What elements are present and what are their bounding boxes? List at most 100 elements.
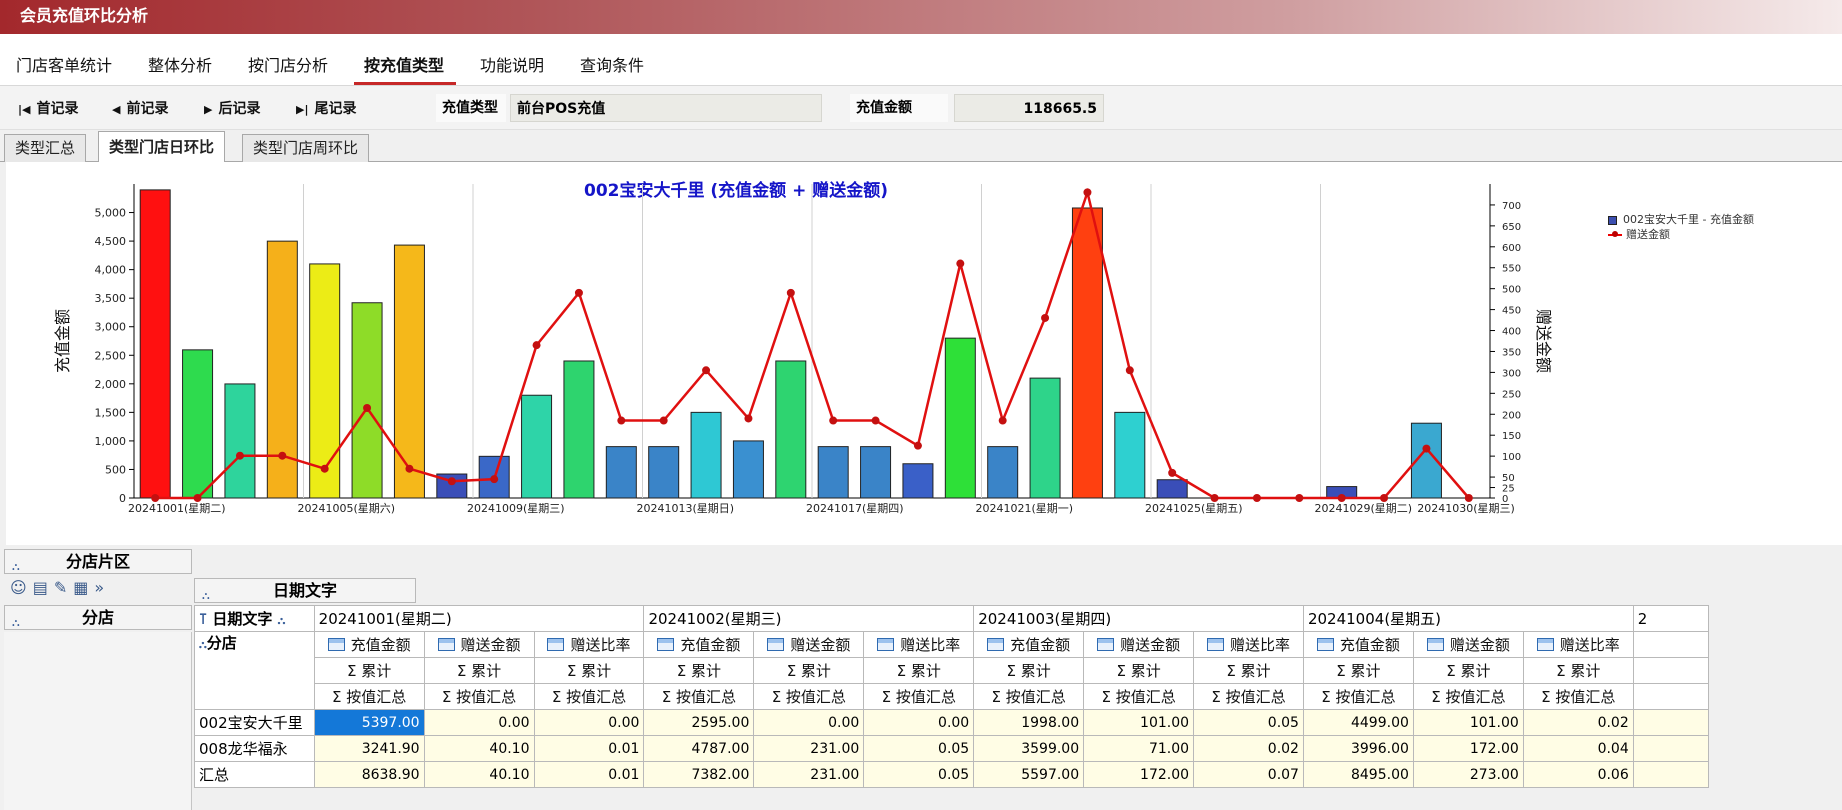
data-cell[interactable]: 0.00 — [533, 709, 645, 736]
measure-header[interactable]: 赠送比率 — [863, 631, 975, 658]
date-column-header[interactable]: 20241002(星期三) — [643, 605, 975, 632]
filter-area-header[interactable]: ⛬ 分店片区 — [4, 549, 192, 574]
measure-header[interactable]: 赠送比率 — [1193, 631, 1304, 658]
measure-header[interactable]: 赠送金额 — [1083, 631, 1195, 658]
aggregate-header[interactable]: Σ 累计 — [1412, 657, 1524, 684]
menu-help[interactable]: 功能说明 — [480, 52, 544, 76]
data-cell[interactable]: 101.00 — [1412, 709, 1524, 736]
row-area-header[interactable]: ⛬ 分店 — [4, 605, 192, 630]
data-cell[interactable]: 0.02 — [1522, 709, 1634, 736]
aggregate-header[interactable]: Σ 按值汇总 — [753, 683, 865, 710]
data-cell[interactable]: 3996.00 — [1302, 735, 1414, 762]
aggregate-header[interactable]: Σ 累计 — [423, 657, 535, 684]
aggregate-header[interactable]: Σ 按值汇总 — [1522, 683, 1634, 710]
data-cell[interactable]: 0.01 — [533, 735, 645, 762]
data-cell[interactable]: 5597.00 — [973, 761, 1085, 788]
measure-header[interactable]: 充值金额 — [313, 631, 425, 658]
data-cell[interactable]: 231.00 — [753, 735, 865, 762]
aggregate-header[interactable]: Σ 按值汇总 — [863, 683, 975, 710]
user-icon[interactable]: ☺ — [10, 578, 33, 597]
measure-header[interactable]: 赠送金额 — [753, 631, 865, 658]
measure-header[interactable]: 充值金额 — [643, 631, 755, 658]
aggregate-header[interactable]: Σ 按值汇总 — [1083, 683, 1195, 710]
data-cell[interactable]: 4787.00 — [643, 735, 755, 762]
data-cell[interactable]: 231.00 — [753, 761, 865, 788]
data-cell[interactable]: 172.00 — [1412, 735, 1524, 762]
recharge-type-field[interactable]: 前台POS充值 — [510, 94, 822, 122]
data-cell[interactable]: 5397.00 — [313, 709, 425, 736]
column-area-header[interactable]: ⛬ 日期文字 — [194, 578, 416, 603]
menu-store-ticket[interactable]: 门店客单统计 — [16, 52, 112, 76]
data-cell[interactable]: 0.00 — [423, 709, 535, 736]
aggregate-header[interactable]: Σ 按值汇总 — [1302, 683, 1414, 710]
measure-header[interactable]: 赠送比率 — [1522, 631, 1634, 658]
data-cell[interactable]: 40.10 — [423, 735, 535, 762]
grid-icon[interactable]: ▤ — [33, 578, 54, 597]
date-column-header[interactable]: 2 — [1632, 605, 1709, 632]
data-cell[interactable]: 0.02 — [1193, 735, 1304, 762]
data-cell[interactable]: 0.05 — [1193, 709, 1304, 736]
next-record-button[interactable]: ▶ 后记录 — [204, 98, 260, 118]
aggregate-header[interactable]: Σ 累计 — [1302, 657, 1414, 684]
data-cell[interactable]: 0.05 — [863, 735, 975, 762]
data-cell[interactable]: 0.00 — [863, 709, 975, 736]
row-header[interactable]: 002宝安大千里 — [194, 709, 315, 736]
aggregate-header[interactable]: Σ 按值汇总 — [533, 683, 645, 710]
aggregate-header[interactable]: Σ 按值汇总 — [313, 683, 425, 710]
aggregate-header[interactable]: Σ 按值汇总 — [423, 683, 535, 710]
data-cell[interactable]: 8495.00 — [1302, 761, 1414, 788]
aggregate-header[interactable]: Σ 累计 — [533, 657, 645, 684]
data-cell[interactable]: 2595.00 — [643, 709, 755, 736]
recharge-amount-field[interactable]: 118665.5 — [954, 94, 1104, 122]
measure-header[interactable]: 赠送金额 — [1412, 631, 1524, 658]
menu-overall[interactable]: 整体分析 — [148, 52, 212, 76]
prev-record-button[interactable]: ◀ 前记录 — [112, 98, 168, 118]
data-cell[interactable]: 101.00 — [1083, 709, 1195, 736]
tab-type-summary[interactable]: 类型汇总 — [4, 134, 87, 162]
measure-header[interactable]: 充值金额 — [973, 631, 1085, 658]
aggregate-header[interactable]: Σ 按值汇总 — [973, 683, 1085, 710]
date-field-header[interactable]: ⊺ 日期文字 ⛬ — [194, 605, 315, 632]
measure-header[interactable]: 赠送金额 — [423, 631, 535, 658]
aggregate-header[interactable]: Σ 累计 — [863, 657, 975, 684]
menu-query[interactable]: 查询条件 — [580, 52, 644, 76]
data-cell[interactable]: 0.07 — [1193, 761, 1304, 788]
tab-type-store-weekly[interactable]: 类型门店周环比 — [242, 134, 370, 162]
data-cell[interactable]: 71.00 — [1083, 735, 1195, 762]
measure-header[interactable]: 充值金额 — [1302, 631, 1414, 658]
data-cell[interactable]: 0.01 — [533, 761, 645, 788]
aggregate-header[interactable]: Σ 累计 — [1522, 657, 1634, 684]
data-cell[interactable]: 4499.00 — [1302, 709, 1414, 736]
data-cell[interactable]: 8638.90 — [313, 761, 425, 788]
row-header[interactable]: 汇总 — [194, 761, 315, 788]
data-cell[interactable]: 172.00 — [1083, 761, 1195, 788]
data-cell[interactable]: 3599.00 — [973, 735, 1085, 762]
tools-icon[interactable]: ✎ — [54, 578, 73, 597]
aggregate-header[interactable]: Σ 累计 — [753, 657, 865, 684]
measure-header[interactable]: 赠送比率 — [533, 631, 645, 658]
data-cell[interactable]: 7382.00 — [643, 761, 755, 788]
aggregate-header[interactable]: Σ 累计 — [313, 657, 425, 684]
aggregate-header[interactable]: Σ 按值汇总 — [643, 683, 755, 710]
aggregate-header[interactable]: Σ 按值汇总 — [1193, 683, 1304, 710]
tab-type-store-daily[interactable]: 类型门店日环比 — [98, 131, 226, 163]
date-column-header[interactable]: 20241003(星期四) — [973, 605, 1304, 632]
menu-by-recharge-type[interactable]: 按充值类型 — [364, 52, 444, 76]
data-cell[interactable]: 0.00 — [753, 709, 865, 736]
aggregate-header[interactable]: Σ 累计 — [643, 657, 755, 684]
data-cell[interactable]: 3241.90 — [313, 735, 425, 762]
row-header[interactable]: 008龙华福永 — [194, 735, 315, 762]
more-chevron-icon[interactable]: » — [94, 578, 110, 597]
data-cell[interactable]: 0.06 — [1522, 761, 1634, 788]
data-cell[interactable]: 1998.00 — [973, 709, 1085, 736]
aggregate-header[interactable]: Σ 按值汇总 — [1412, 683, 1524, 710]
aggregate-header[interactable]: Σ 累计 — [973, 657, 1085, 684]
branch-field-header[interactable]: ⛬分店 — [194, 631, 315, 710]
aggregate-header[interactable]: Σ 累计 — [1083, 657, 1195, 684]
menu-by-store[interactable]: 按门店分析 — [248, 52, 328, 76]
date-column-header[interactable]: 20241001(星期二) — [313, 605, 645, 632]
first-record-button[interactable]: |◀ 首记录 — [18, 98, 78, 118]
date-column-header[interactable]: 20241004(星期五) — [1302, 605, 1634, 632]
chart-settings-icon[interactable]: ▦ — [73, 578, 94, 597]
data-cell[interactable]: 273.00 — [1412, 761, 1524, 788]
